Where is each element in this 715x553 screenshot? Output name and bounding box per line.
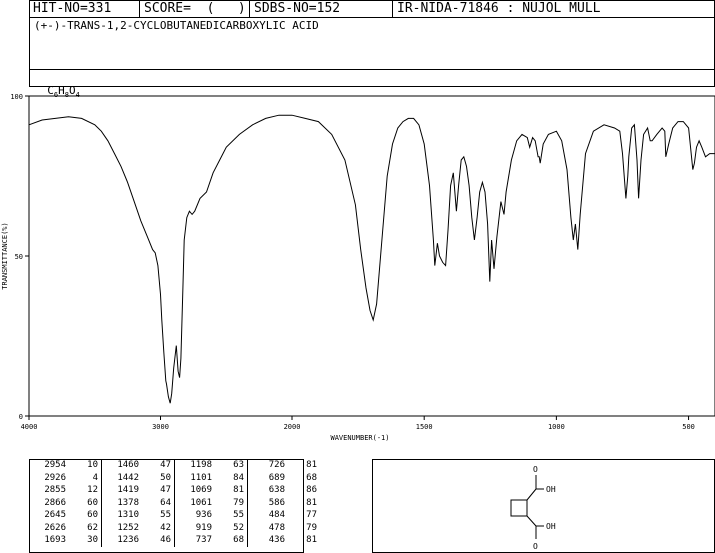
- peak-transmittance: 47: [142, 459, 175, 472]
- ir-spectrum-chart: 0 50 100 4000 3000 2000 1500 1000 500 TRANSMITT…: [1, 93, 715, 442]
- peak-transmittance: 63: [215, 459, 248, 472]
- spectrum-line: [28, 114, 715, 404]
- peak-row: 2855 12 1419 47 1069 81 638 86: [29, 484, 320, 497]
- peak-transmittance: 81: [306, 460, 317, 470]
- structure-diagram: O OH O OH: [510, 465, 556, 551]
- peak-transmittance: 60: [69, 509, 102, 522]
- x-tick-label: 500: [682, 423, 695, 431]
- peak-transmittance: 4: [69, 471, 102, 484]
- peak-wavenumber: 1693: [44, 535, 66, 545]
- o-top-label: O: [533, 465, 538, 474]
- x-tick-label: 3000: [152, 423, 169, 431]
- peak-wavenumber: 726: [268, 460, 285, 470]
- peak-wavenumber: 1310: [117, 510, 139, 520]
- y-axis-label: TRANSMITTANCE(%): [1, 222, 9, 289]
- peak-transmittance: 62: [69, 521, 102, 534]
- peak-transmittance: 46: [142, 534, 175, 547]
- peak-transmittance: 81: [306, 497, 317, 508]
- peak-transmittance: 77: [306, 510, 317, 520]
- peak-row: 1693 30 1236 46 737 68 436 81: [29, 534, 320, 547]
- x-tick-label: 1500: [416, 423, 433, 431]
- peak-transmittance: 60: [69, 496, 102, 509]
- peak-transmittance: 68: [306, 472, 317, 483]
- peak-transmittance: 68: [215, 534, 248, 547]
- x-tick-label: 1000: [548, 423, 565, 431]
- peak-wavenumber: 689: [268, 472, 285, 483]
- cyclobutane-ring: [510, 499, 528, 517]
- peak-row: 2626 62 1252 42 919 52 478 79: [29, 521, 320, 534]
- peak-wavenumber: 2954: [44, 460, 66, 470]
- x-tick-label: 4000: [21, 423, 38, 431]
- plot-frame: [28, 95, 715, 417]
- x-tick-label: 2000: [284, 423, 301, 431]
- peak-table: 2954 10 1460 47 1198 63 726 81 2926 4 1442 50 1101 84…: [29, 459, 320, 547]
- peak-row: 2954 10 1460 47 1198 63 726 81: [29, 459, 320, 472]
- oh-top-label: OH: [546, 485, 556, 494]
- x-axis-label: WAVENUMBER(-1): [330, 434, 389, 442]
- peak-wavenumber: 1101: [190, 472, 212, 483]
- peak-transmittance: 10: [69, 459, 102, 472]
- y-tick-label: 100: [10, 93, 23, 101]
- peak-transmittance: 84: [215, 471, 248, 484]
- peak-wavenumber: 2926: [44, 472, 66, 483]
- peak-wavenumber: 2866: [44, 497, 66, 508]
- peak-transmittance: 55: [215, 509, 248, 522]
- peak-wavenumber: 478: [268, 522, 285, 533]
- y-tick-label: 0: [19, 413, 23, 421]
- peak-wavenumber: 1069: [190, 485, 212, 495]
- peak-wavenumber: 1460: [117, 460, 139, 470]
- o-bottom-label: O: [533, 542, 538, 551]
- peak-transmittance: 52: [215, 521, 248, 534]
- peak-transmittance: 55: [142, 509, 175, 522]
- peak-transmittance: 64: [142, 496, 175, 509]
- peak-transmittance: 79: [306, 522, 317, 533]
- oh-bottom-label: OH: [546, 522, 556, 531]
- peak-wavenumber: 1252: [117, 522, 139, 533]
- peak-transmittance: 30: [69, 534, 102, 547]
- peak-transmittance: 42: [142, 521, 175, 534]
- peak-wavenumber: 936: [195, 510, 212, 520]
- peak-row: 2645 60 1310 55 936 55 484 77: [29, 509, 320, 522]
- peak-row: 2926 4 1442 50 1101 84 689 68: [29, 471, 320, 484]
- peak-wavenumber: 586: [268, 497, 285, 508]
- peak-transmittance: 47: [142, 484, 175, 497]
- peak-wavenumber: 1442: [117, 472, 139, 483]
- peak-wavenumber: 1198: [190, 460, 212, 470]
- peak-row: 2866 60 1378 64 1061 79 586 81: [29, 496, 320, 509]
- peak-wavenumber: 638: [268, 485, 285, 495]
- peak-wavenumber: 1378: [117, 497, 139, 508]
- peak-transmittance: 81: [306, 535, 317, 545]
- peak-wavenumber: 2645: [44, 510, 66, 520]
- peak-wavenumber: 2626: [44, 522, 66, 533]
- peak-wavenumber: 737: [195, 535, 212, 545]
- peak-wavenumber: 1061: [190, 497, 212, 508]
- peak-transmittance: 50: [142, 471, 175, 484]
- peak-transmittance: 79: [215, 496, 248, 509]
- peak-wavenumber: 919: [195, 522, 212, 533]
- peak-wavenumber: 2855: [44, 485, 66, 495]
- peak-wavenumber: 1419: [117, 485, 139, 495]
- peak-transmittance: 81: [215, 484, 248, 497]
- peak-transmittance: 86: [306, 485, 317, 495]
- y-tick-label: 50: [15, 253, 23, 261]
- peak-wavenumber: 436: [268, 535, 285, 545]
- peak-wavenumber: 1236: [117, 535, 139, 545]
- peak-wavenumber: 484: [268, 510, 285, 520]
- peak-transmittance: 12: [69, 484, 102, 497]
